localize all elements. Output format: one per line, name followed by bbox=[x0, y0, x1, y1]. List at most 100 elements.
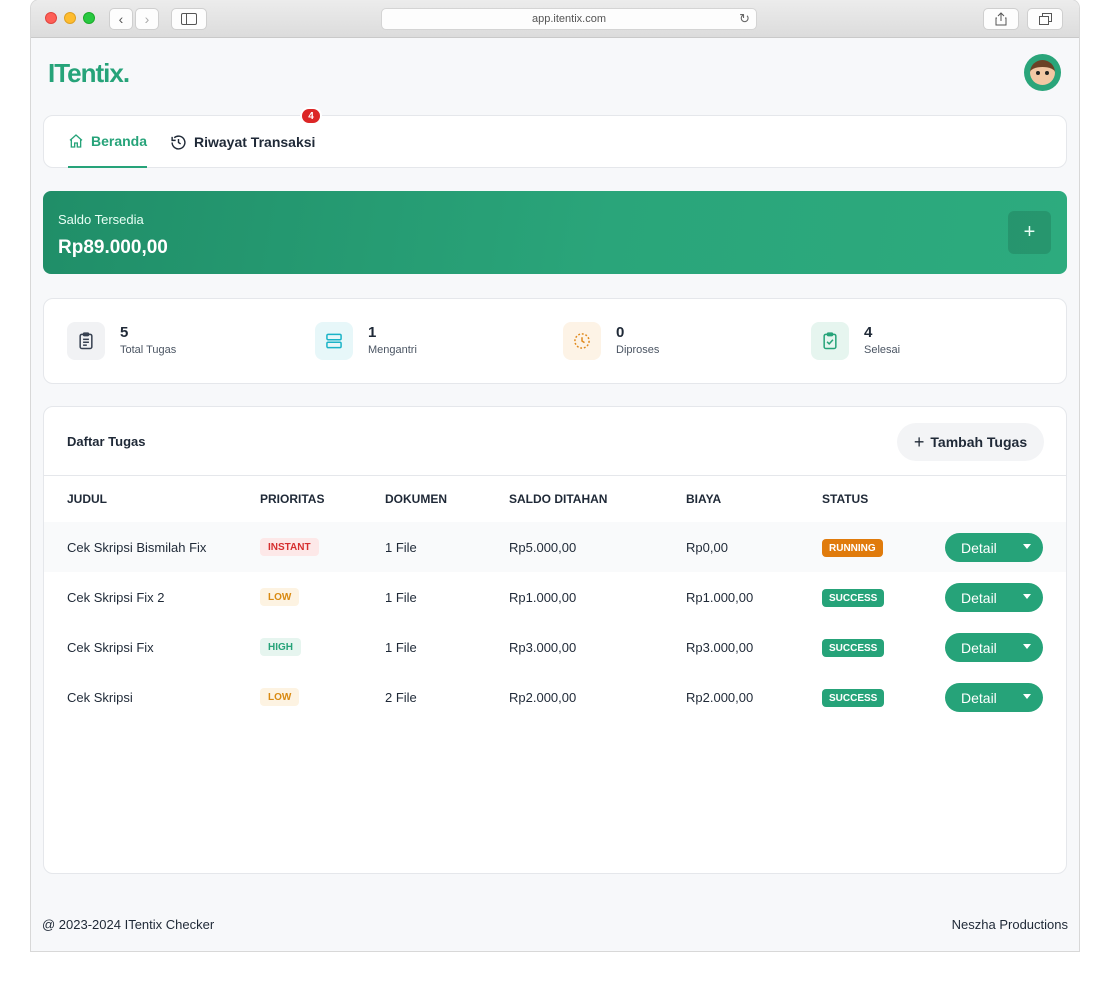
detail-label: Detail bbox=[961, 690, 997, 706]
priority-badge: HIGH bbox=[260, 638, 301, 656]
task-documents: 1 File bbox=[385, 640, 417, 655]
minimize-window-button[interactable] bbox=[64, 12, 76, 24]
history-icon bbox=[171, 134, 186, 150]
url-text: app.itentix.com bbox=[532, 13, 606, 25]
clipboard-check-icon bbox=[811, 322, 849, 360]
plus-icon: + bbox=[913, 431, 925, 452]
plus-icon: + bbox=[1023, 221, 1036, 243]
stat-diproses: 0 Diproses bbox=[563, 322, 659, 360]
stats-panel: 5 Total Tugas 1 Mengantri 0 Diproses 4 S… bbox=[43, 298, 1067, 384]
clock-icon bbox=[563, 322, 601, 360]
tab-beranda[interactable]: Beranda bbox=[68, 116, 147, 168]
reload-icon[interactable]: ↻ bbox=[739, 11, 750, 27]
status-badge: RUNNING bbox=[822, 539, 883, 557]
status-badge: SUCCESS bbox=[822, 689, 885, 707]
task-fee: Rp0,00 bbox=[686, 540, 728, 555]
column-header: BIAYA bbox=[686, 492, 722, 506]
share-button[interactable] bbox=[983, 8, 1019, 30]
status-badge: SUCCESS bbox=[822, 639, 885, 657]
balance-label: Saldo Tersedia bbox=[58, 212, 144, 227]
column-header: PRIORITAS bbox=[260, 492, 325, 506]
task-documents: 2 File bbox=[385, 690, 417, 705]
column-header: JUDUL bbox=[67, 492, 108, 506]
task-held-balance: Rp1.000,00 bbox=[509, 590, 577, 605]
caret-down-icon[interactable] bbox=[1023, 594, 1031, 599]
task-fee: Rp3.000,00 bbox=[686, 640, 754, 655]
chevron-left-icon: ‹ bbox=[118, 11, 124, 27]
stat-total-tugas: 5 Total Tugas bbox=[67, 322, 176, 360]
task-title: Cek Skripsi Fix bbox=[67, 640, 154, 655]
stat-mengantri: 1 Mengantri bbox=[315, 322, 417, 360]
caret-down-icon[interactable] bbox=[1023, 544, 1031, 549]
tab-riwayat-transaksi[interactable]: Riwayat Transaksi bbox=[170, 116, 315, 168]
share-icon bbox=[995, 12, 1007, 26]
browser-toolbar: ‹ › app.itentix.com ↻ bbox=[31, 0, 1079, 38]
address-bar[interactable]: app.itentix.com ↻ bbox=[381, 8, 757, 30]
app-logo[interactable]: ITentix. bbox=[48, 58, 130, 89]
column-header: DOKUMEN bbox=[385, 492, 447, 506]
main-nav: Beranda Riwayat Transaksi 4 bbox=[43, 107, 1067, 168]
tabs-icon bbox=[1038, 13, 1052, 25]
stat-value: 1 bbox=[368, 324, 377, 341]
footer-credit: Neszha Productions bbox=[951, 917, 1068, 932]
add-task-label: Tambah Tugas bbox=[930, 434, 1028, 450]
task-list-title: Daftar Tugas bbox=[67, 434, 146, 449]
detail-button[interactable]: Detail bbox=[945, 683, 1043, 712]
chevron-right-icon: › bbox=[144, 11, 150, 27]
sidebar-icon bbox=[181, 13, 197, 25]
forward-button[interactable]: › bbox=[135, 8, 159, 30]
task-documents: 1 File bbox=[385, 590, 417, 605]
user-avatar[interactable] bbox=[1024, 54, 1061, 91]
priority-badge: LOW bbox=[260, 588, 300, 606]
caret-down-icon[interactable] bbox=[1023, 644, 1031, 649]
balance-amount: Rp89.000,00 bbox=[58, 237, 168, 258]
stat-label: Mengantri bbox=[368, 344, 417, 356]
sidebar-toggle-button[interactable] bbox=[171, 8, 207, 30]
tab-beranda-label: Beranda bbox=[90, 133, 147, 149]
maximize-window-button[interactable] bbox=[83, 12, 95, 24]
task-title: Cek Skripsi bbox=[67, 690, 133, 705]
clipboard-list-icon bbox=[67, 322, 105, 360]
stat-label: Selesai bbox=[864, 344, 901, 356]
task-fee: Rp1.000,00 bbox=[686, 590, 754, 605]
task-held-balance: Rp2.000,00 bbox=[509, 690, 577, 705]
footer-copyright: @ 2023-2024 ITentix Checker bbox=[42, 917, 215, 932]
detail-label: Detail bbox=[961, 640, 997, 656]
avatar-face-icon bbox=[1030, 60, 1055, 85]
tab-riwayat-label: Riwayat Transaksi bbox=[194, 134, 316, 150]
stat-label: Total Tugas bbox=[120, 344, 177, 356]
stat-value: 5 bbox=[120, 324, 129, 341]
task-held-balance: Rp5.000,00 bbox=[509, 540, 577, 555]
priority-badge: LOW bbox=[260, 688, 300, 706]
home-icon bbox=[69, 134, 83, 148]
divider bbox=[44, 475, 1066, 476]
column-header: SALDO DITAHAN bbox=[509, 492, 608, 506]
back-button[interactable]: ‹ bbox=[109, 8, 133, 30]
stat-value: 4 bbox=[864, 324, 873, 341]
browser-window: ‹ › app.itentix.com ↻ ITentix. Beranda R… bbox=[31, 0, 1079, 951]
task-held-balance: Rp3.000,00 bbox=[509, 640, 577, 655]
detail-label: Detail bbox=[961, 590, 997, 606]
task-fee: Rp2.000,00 bbox=[686, 690, 754, 705]
status-badge: SUCCESS bbox=[822, 589, 885, 607]
task-list-panel: Daftar Tugas + Tambah Tugas JUDUL PRIORI… bbox=[43, 406, 1067, 874]
priority-badge: INSTANT bbox=[260, 538, 319, 556]
caret-down-icon[interactable] bbox=[1023, 694, 1031, 699]
task-documents: 1 File bbox=[385, 540, 417, 555]
stat-label: Diproses bbox=[616, 344, 660, 356]
top-up-button[interactable]: + bbox=[1008, 211, 1051, 254]
task-title: Cek Skripsi Fix 2 bbox=[67, 590, 165, 605]
tabs-overview-button[interactable] bbox=[1027, 8, 1063, 30]
detail-button[interactable]: Detail bbox=[945, 633, 1043, 662]
stat-value: 0 bbox=[616, 324, 625, 341]
close-window-button[interactable] bbox=[45, 12, 57, 24]
detail-label: Detail bbox=[961, 540, 997, 556]
notification-badge: 4 bbox=[300, 107, 322, 125]
balance-card: Saldo Tersedia Rp89.000,00 + bbox=[43, 191, 1067, 274]
add-task-button[interactable]: + Tambah Tugas bbox=[897, 423, 1044, 461]
column-header: STATUS bbox=[822, 492, 869, 506]
stat-selesai: 4 Selesai bbox=[811, 322, 900, 360]
detail-button[interactable]: Detail bbox=[945, 583, 1043, 612]
task-title: Cek Skripsi Bismilah Fix bbox=[67, 540, 207, 555]
detail-button[interactable]: Detail bbox=[945, 533, 1043, 562]
